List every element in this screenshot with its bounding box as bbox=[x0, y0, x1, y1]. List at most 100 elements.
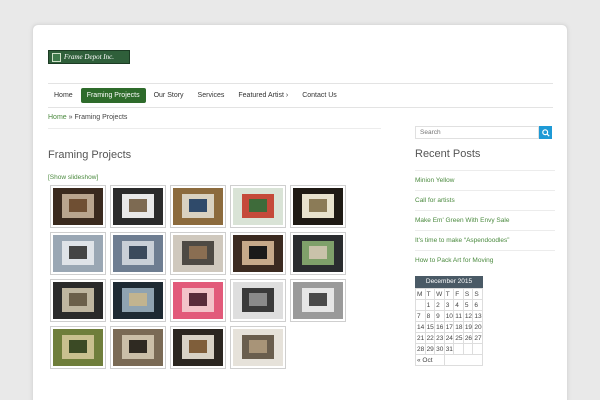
thumbnail-image bbox=[233, 188, 283, 225]
thumbnail-art bbox=[309, 199, 327, 213]
thumbnail-art bbox=[129, 293, 147, 307]
gallery-thumbnail[interactable] bbox=[290, 185, 346, 228]
calendar-prev-link[interactable]: « Oct bbox=[415, 354, 445, 366]
calendar-day: 24 bbox=[443, 332, 455, 344]
calendar-day: 21 bbox=[415, 332, 426, 344]
gallery bbox=[50, 185, 350, 370]
recent-posts-title: Recent Posts bbox=[415, 148, 481, 160]
nav-item-services[interactable]: Services bbox=[192, 88, 231, 103]
thumbnail-art bbox=[69, 293, 87, 307]
thumbnail-image bbox=[113, 329, 163, 366]
thumbnail-art bbox=[309, 246, 327, 260]
calendar-day: 3 bbox=[443, 299, 455, 311]
thumbnail-image bbox=[173, 235, 223, 272]
calendar-header-row: M T W T F S S bbox=[415, 288, 483, 300]
recent-post-link[interactable]: Minion Yellow bbox=[415, 170, 555, 190]
calendar-day: 12 bbox=[462, 310, 474, 322]
thumbnail-art bbox=[189, 293, 207, 307]
calendar-week-row: 21 22 23 24 25 26 27 bbox=[415, 332, 483, 344]
calendar-day: 31 bbox=[443, 343, 455, 355]
gallery-thumbnail[interactable] bbox=[290, 279, 346, 322]
gallery-thumbnail[interactable] bbox=[170, 326, 226, 369]
site-logo[interactable]: Frame Depot Inc. bbox=[48, 50, 130, 64]
thumbnail-art bbox=[249, 246, 267, 260]
calendar-day bbox=[453, 343, 464, 355]
search-button[interactable] bbox=[539, 126, 552, 139]
gallery-thumbnail[interactable] bbox=[110, 232, 166, 275]
calendar-day: 4 bbox=[453, 299, 464, 311]
calendar-day: 27 bbox=[472, 332, 483, 344]
gallery-thumbnail[interactable] bbox=[170, 232, 226, 275]
gallery-thumbnail[interactable] bbox=[170, 185, 226, 228]
thumbnail-image bbox=[233, 329, 283, 366]
main-nav: Home Framing Projects Our Story Services… bbox=[48, 83, 553, 108]
thumbnail-art bbox=[129, 199, 147, 213]
thumbnail-art bbox=[249, 340, 267, 354]
gallery-thumbnail[interactable] bbox=[110, 185, 166, 228]
gallery-thumbnail[interactable] bbox=[230, 185, 286, 228]
calendar-day bbox=[462, 343, 474, 355]
show-slideshow-link[interactable]: [Show slideshow] bbox=[48, 174, 98, 181]
nav-item-our-story[interactable]: Our Story bbox=[148, 88, 190, 103]
gallery-thumbnail[interactable] bbox=[50, 232, 106, 275]
gallery-thumbnail[interactable] bbox=[230, 232, 286, 275]
thumbnail-image bbox=[293, 235, 343, 272]
recent-post-link[interactable]: Make Em' Green With Envy Sale bbox=[415, 210, 555, 230]
gallery-thumbnail[interactable] bbox=[290, 232, 346, 275]
calendar-day bbox=[415, 299, 426, 311]
calendar-day: 1 bbox=[424, 299, 436, 311]
calendar-day: 16 bbox=[434, 321, 445, 333]
calendar-day: 14 bbox=[415, 321, 426, 333]
thumbnail-image bbox=[53, 329, 103, 366]
thumbnail-image bbox=[293, 188, 343, 225]
nav-item-home[interactable]: Home bbox=[48, 88, 79, 103]
thumbnail-image bbox=[113, 235, 163, 272]
thumbnail-art bbox=[189, 246, 207, 260]
calendar-day-name: T bbox=[424, 288, 436, 300]
page-card: Frame Depot Inc. Home Framing Projects O… bbox=[32, 24, 568, 400]
breadcrumb: Home » Framing Projects bbox=[48, 114, 127, 121]
gallery-thumbnail[interactable] bbox=[230, 279, 286, 322]
recent-post-link[interactable]: Call for artists bbox=[415, 190, 555, 210]
calendar-nav-spacer bbox=[443, 354, 484, 366]
calendar-day: 6 bbox=[472, 299, 483, 311]
breadcrumb-divider bbox=[48, 128, 381, 129]
recent-posts-list: Minion Yellow Call for artists Make Em' … bbox=[415, 170, 555, 270]
calendar-week-row: 7 8 9 10 11 12 13 bbox=[415, 310, 483, 322]
thumbnail-image bbox=[233, 235, 283, 272]
recent-post-link[interactable]: How to Pack Art for Moving bbox=[415, 250, 555, 270]
breadcrumb-home-link[interactable]: Home bbox=[48, 114, 67, 121]
gallery-thumbnail[interactable] bbox=[170, 279, 226, 322]
thumbnail-image bbox=[113, 188, 163, 225]
gallery-thumbnail[interactable] bbox=[110, 279, 166, 322]
thumbnail-art bbox=[249, 293, 267, 307]
thumbnail-art bbox=[189, 340, 207, 354]
thumbnail-image bbox=[173, 188, 223, 225]
nav-item-contact-us[interactable]: Contact Us bbox=[296, 88, 343, 103]
thumbnail-image bbox=[233, 282, 283, 319]
calendar-week-row: 14 15 16 17 18 19 20 bbox=[415, 321, 483, 333]
nav-item-framing-projects[interactable]: Framing Projects bbox=[80, 88, 146, 103]
calendar-day: 23 bbox=[434, 332, 445, 344]
gallery-thumbnail[interactable] bbox=[50, 326, 106, 369]
page-title: Framing Projects bbox=[48, 149, 132, 161]
thumbnail-image bbox=[53, 282, 103, 319]
gallery-thumbnail[interactable] bbox=[110, 326, 166, 369]
calendar-day: 18 bbox=[453, 321, 464, 333]
calendar-day: 30 bbox=[434, 343, 445, 355]
calendar-day: 22 bbox=[424, 332, 436, 344]
recent-post-link[interactable]: It's time to make “Aspendoodles” bbox=[415, 230, 555, 250]
search-input[interactable] bbox=[415, 126, 539, 139]
calendar-day-name: M bbox=[415, 288, 426, 300]
nav-item-featured-artist[interactable]: Featured Artist › bbox=[232, 88, 294, 103]
thumbnail-art bbox=[129, 340, 147, 354]
calendar-week-row: 28 29 30 31 bbox=[415, 343, 483, 355]
gallery-thumbnail[interactable] bbox=[50, 185, 106, 228]
gallery-thumbnail[interactable] bbox=[50, 279, 106, 322]
calendar-day: 9 bbox=[434, 310, 445, 322]
thumbnail-image bbox=[173, 282, 223, 319]
thumbnail-art bbox=[189, 199, 207, 213]
breadcrumb-current: Framing Projects bbox=[74, 114, 128, 121]
calendar-week-row: 123456 bbox=[415, 299, 483, 311]
gallery-thumbnail[interactable] bbox=[230, 326, 286, 369]
